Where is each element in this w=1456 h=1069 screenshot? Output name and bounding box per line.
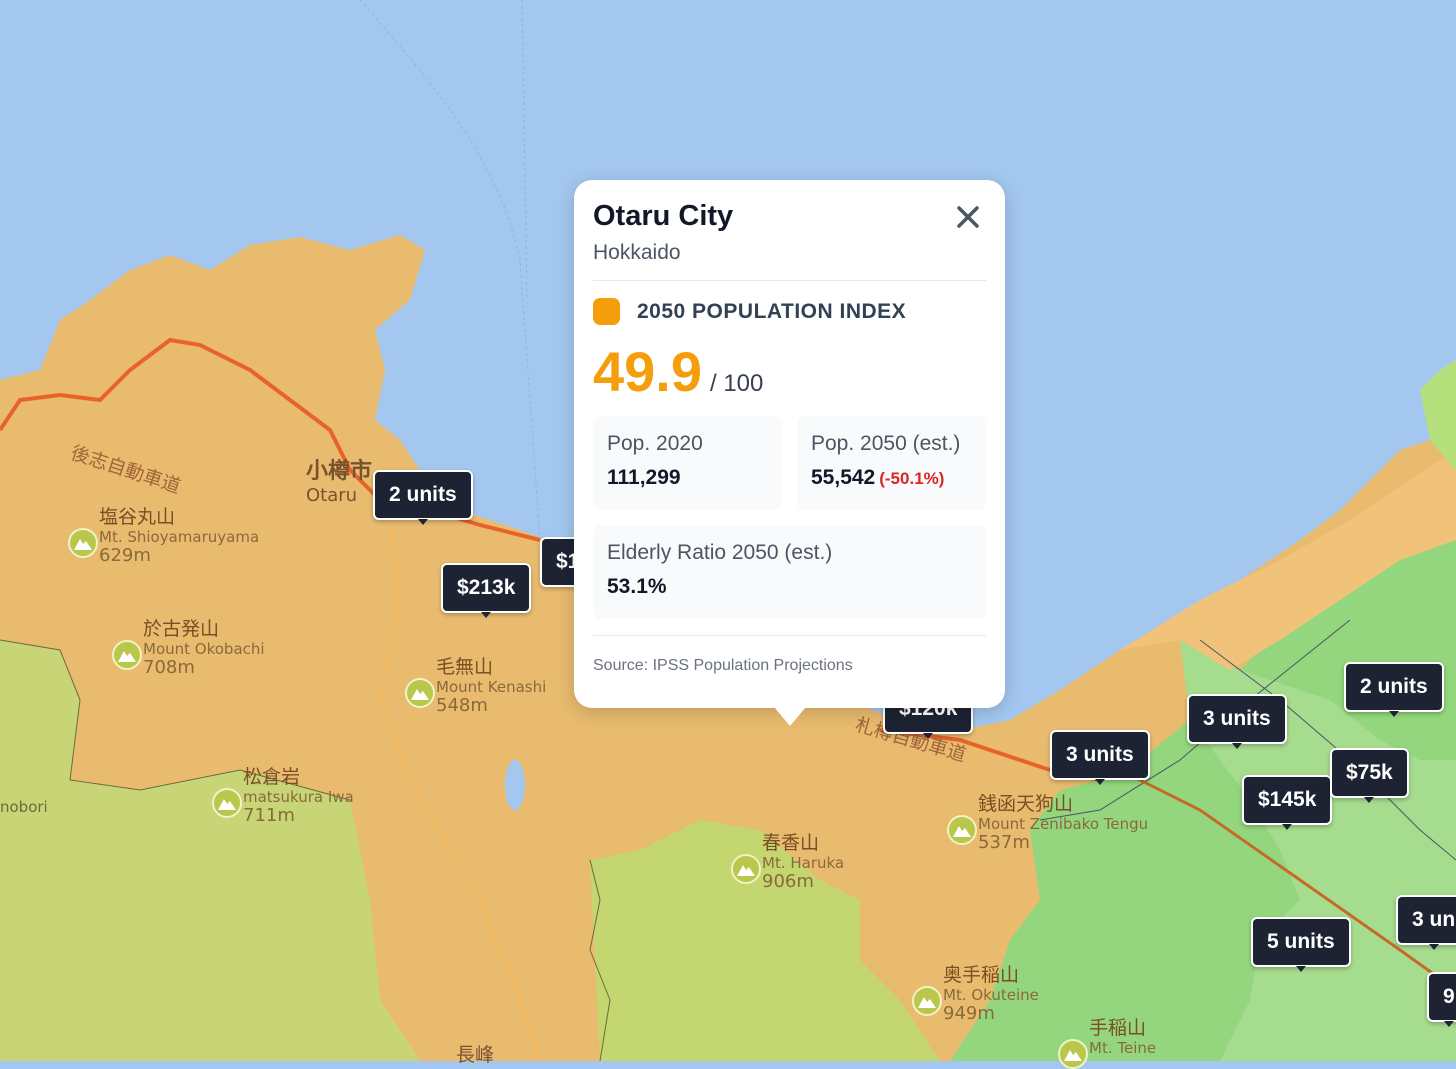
place-haruka: 春香山 Mt. Haruka 906m	[762, 832, 845, 893]
label-bottom: 長峰	[456, 1044, 495, 1066]
stat-value: 55,542 (-50.1%)	[811, 466, 945, 489]
lake	[505, 760, 525, 810]
score-row: 49.9 / 100	[593, 339, 986, 404]
place-kenashi: 毛無山 Mount Kenashi 548m	[436, 656, 547, 717]
map-marker[interactable]: $145k	[1242, 775, 1333, 830]
index-score: 49.9	[593, 340, 702, 403]
source-note: Source: IPSS Population Projections	[593, 657, 853, 674]
label-left-edge: nobori	[0, 798, 48, 816]
stat-label: Pop. 2050 (est.)	[811, 432, 961, 455]
map-marker[interactable]: 3 units	[1050, 730, 1150, 785]
mountain-icon	[112, 640, 142, 670]
city-info-popup: Otaru City Hokkaido 2050 POPULATION INDE…	[574, 180, 1005, 726]
map-marker[interactable]: 9	[1427, 972, 1456, 1027]
index-score-max: / 100	[710, 370, 764, 397]
map-marker[interactable]: 3 units	[1187, 694, 1287, 749]
map-marker[interactable]: 2 units	[1344, 662, 1444, 717]
index-label: 2050 POPULATION INDEX	[637, 299, 907, 323]
divider	[593, 280, 986, 281]
popup-title: Otaru City	[593, 200, 734, 232]
index-header: 2050 POPULATION INDEX	[593, 298, 986, 325]
place-shioyamaruyama: 塩谷丸山 Mt. Shioyamaruyama 629m	[99, 506, 260, 567]
close-icon[interactable]	[953, 202, 983, 232]
index-color-swatch	[593, 298, 620, 325]
mountain-icon	[947, 815, 977, 845]
mountain-icon	[405, 678, 435, 708]
stat-value: 111,299	[607, 466, 681, 489]
stat-elderly-ratio: Elderly Ratio 2050 (est.) 53.1%	[593, 525, 986, 619]
divider	[593, 635, 986, 636]
map-marker[interactable]: $213k	[441, 563, 532, 618]
stat-pop-2050: Pop. 2050 (est.) 55,542 (-50.1%)	[797, 416, 986, 510]
stat-pop-2020: Pop. 2020 111,299	[593, 416, 782, 510]
city-label-otaru: 小樽市 Otaru	[306, 459, 373, 506]
map-marker[interactable]: 5 units	[1251, 917, 1351, 972]
mountain-icon	[212, 788, 242, 818]
mountain-icon	[912, 986, 942, 1016]
place-zenibako-tengu: 銭函天狗山 Mount Zenibako Tengu 537m	[978, 793, 1149, 854]
stats-grid: Pop. 2020 111,299 Pop. 2050 (est.) 55,54…	[593, 416, 986, 510]
stat-label: Elderly Ratio 2050 (est.)	[607, 541, 833, 564]
popup-subtitle: Hokkaido	[593, 241, 681, 264]
map-marker[interactable]: 2 units	[373, 470, 473, 525]
stat-label: Pop. 2020	[607, 432, 703, 455]
stat-value: 53.1%	[607, 575, 667, 598]
stat-change: (-50.1%)	[879, 469, 945, 488]
mountain-icon	[1058, 1039, 1088, 1069]
place-okuteine: 奥手稲山 Mt. Okuteine 949m	[943, 964, 1039, 1025]
mountain-icon	[731, 854, 761, 884]
map-marker[interactable]: 3 un	[1396, 895, 1456, 950]
place-teine: 手稲山 Mt. Teine	[1089, 1017, 1157, 1057]
mountain-icon	[68, 528, 98, 558]
map-marker[interactable]: $75k	[1330, 748, 1409, 803]
place-okobachi: 於古発山 Mount Okobachi 708m	[143, 618, 265, 679]
place-matsukura: 松倉岩 matsukura Iwa 711m	[243, 766, 354, 827]
